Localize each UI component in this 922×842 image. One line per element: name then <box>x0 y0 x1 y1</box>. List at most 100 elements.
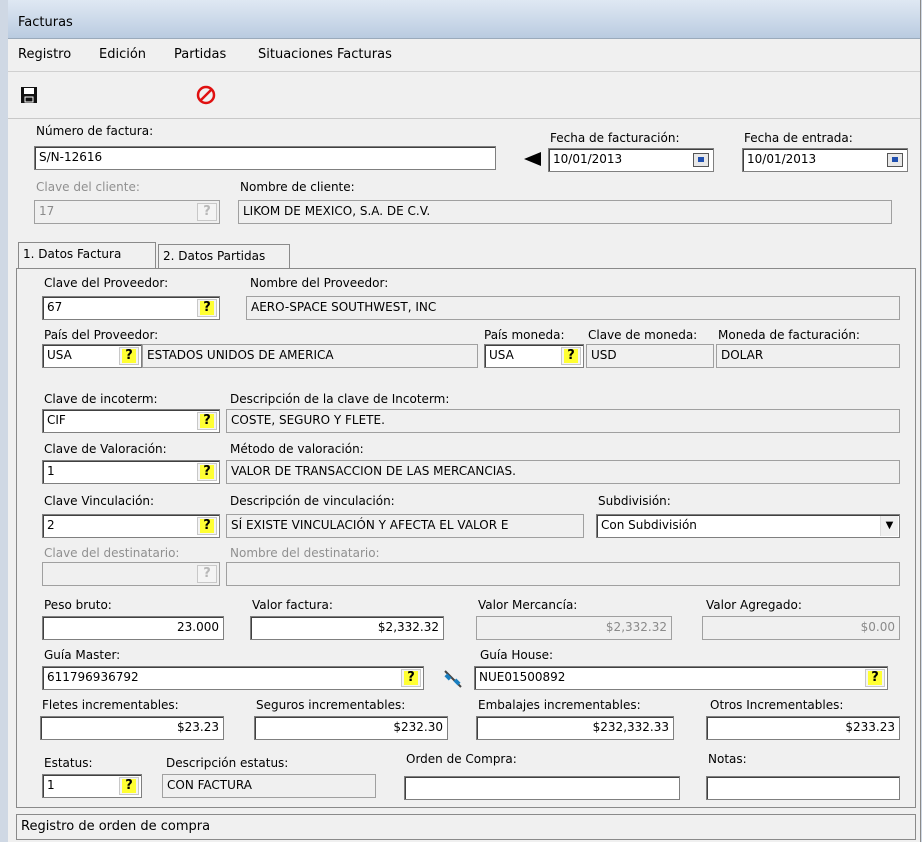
pais-proveedor-name-field: ESTADOS UNIDOS DE AMERICA <box>142 344 478 368</box>
incoterm-label: Clave de incoterm: <box>44 392 158 406</box>
peso-bruto-label: Peso bruto: <box>44 598 112 612</box>
nombre-proveedor-field: AERO-SPACE SOUTHWEST, INC <box>246 296 900 320</box>
menu-situaciones-facturas[interactable]: Situaciones Facturas <box>258 47 392 62</box>
help-icon[interactable]: ? <box>197 412 217 430</box>
valor-agregado-label: Valor Agregado: <box>706 598 802 612</box>
clave-cliente-value: 17 <box>39 204 55 218</box>
floppy-disk-icon <box>21 87 37 103</box>
guia-master-input[interactable]: 611796936792 ? <box>42 666 424 690</box>
help-icon[interactable]: ? <box>865 669 885 687</box>
vinculacion-label: Clave Vinculación: <box>44 494 155 508</box>
desc-estatus-label: Descripción estatus: <box>166 756 289 770</box>
valor-factura-input[interactable]: $2,332.32 <box>250 616 444 640</box>
facturas-window: Facturas Registro Edición Partidas Situa… <box>8 0 921 842</box>
seguros-input[interactable]: $232.30 <box>254 716 448 740</box>
tab-datos-factura[interactable]: 1. Datos Factura <box>18 242 156 268</box>
calendar-icon[interactable] <box>693 153 709 167</box>
metodo-valoracion-label: Método de valoración: <box>230 442 364 456</box>
estatus-label: Estatus: <box>44 756 93 770</box>
destinatario-label: Clave del destinatario: <box>44 546 180 560</box>
clave-moneda-label: Clave de moneda: <box>588 328 698 342</box>
estatus-value: 1 <box>47 778 55 792</box>
help-icon[interactable]: ? <box>197 565 217 583</box>
orden-compra-label: Orden de Compra: <box>406 752 517 766</box>
help-icon[interactable]: ? <box>197 517 217 535</box>
pais-moneda-label: País moneda: <box>484 328 565 342</box>
pais-proveedor-label: País del Proveedor: <box>44 328 159 342</box>
clave-moneda-field: USD <box>586 344 714 368</box>
help-icon[interactable]: ? <box>197 463 217 481</box>
guia-house-label: Guía House: <box>480 648 554 662</box>
subdivision-value: Con Subdivisión <box>601 518 697 532</box>
chevron-down-icon[interactable]: ▼ <box>880 516 898 536</box>
clave-cliente-label: Clave del cliente: <box>36 180 140 194</box>
vinculacion-value: 2 <box>47 518 55 532</box>
valoracion-value: 1 <box>47 464 55 478</box>
otros-label: Otros Incrementables: <box>710 698 844 712</box>
fecha-entrada-value: 10/01/2013 <box>747 152 817 166</box>
moneda-facturacion-label: Moneda de facturación: <box>718 328 860 342</box>
cancel-button[interactable] <box>194 84 218 106</box>
fecha-entrada-input[interactable]: 10/01/2013 <box>742 148 908 172</box>
pais-moneda-value: USA <box>489 348 514 362</box>
moneda-facturacion-field: DOLAR <box>716 344 900 368</box>
help-icon[interactable]: ? <box>119 347 139 365</box>
calendar-icon[interactable] <box>887 153 903 167</box>
satellite-icon[interactable] <box>442 668 464 690</box>
numero-factura-input[interactable]: S/N-12616 <box>34 146 496 170</box>
save-button[interactable] <box>18 84 42 106</box>
menu-partidas[interactable]: Partidas <box>174 47 226 62</box>
fletes-input[interactable]: $23.23 <box>40 716 224 740</box>
subdivision-select[interactable]: Con Subdivisión ▼ <box>596 514 900 538</box>
fletes-label: Fletes incrementables: <box>42 698 179 712</box>
pais-moneda-input[interactable]: USA ? <box>484 344 584 368</box>
guia-house-input[interactable]: NUE01500892 ? <box>474 666 888 690</box>
help-icon[interactable]: ? <box>561 347 581 365</box>
fecha-facturacion-label: Fecha de facturación: <box>550 131 680 145</box>
estatus-input[interactable]: 1 ? <box>42 774 142 798</box>
incoterm-desc-field: COSTE, SEGURO Y FLETE. <box>226 409 900 433</box>
numero-factura-label: Número de factura: <box>36 124 154 138</box>
no-entry-icon <box>196 85 216 105</box>
status-bar: Registro de orden de compra <box>16 814 916 840</box>
destinatario-input[interactable]: ? <box>42 562 220 586</box>
valor-agregado-field: $0.00 <box>702 616 900 640</box>
help-icon[interactable]: ? <box>119 777 139 795</box>
notas-input[interactable] <box>706 776 900 800</box>
pais-proveedor-code: USA <box>47 348 72 362</box>
clave-proveedor-input[interactable]: 67 ? <box>42 296 220 320</box>
help-icon[interactable]: ? <box>197 299 217 317</box>
valoracion-label: Clave de Valoración: <box>44 442 167 456</box>
menu-edicion[interactable]: Edición <box>99 47 146 62</box>
incoterm-input[interactable]: CIF ? <box>42 409 220 433</box>
fecha-facturacion-input[interactable]: 10/01/2013 <box>548 148 714 172</box>
guia-master-value: 611796936792 <box>47 670 139 684</box>
otros-input[interactable]: $233.23 <box>706 716 900 740</box>
valor-mercancia-label: Valor Mercancía: <box>478 598 578 612</box>
help-icon[interactable]: ? <box>197 203 217 221</box>
orden-compra-input[interactable] <box>404 776 680 800</box>
seguros-label: Seguros incrementables: <box>256 698 406 712</box>
help-icon[interactable]: ? <box>401 669 421 687</box>
fecha-facturacion-value: 10/01/2013 <box>553 152 623 166</box>
pais-proveedor-input[interactable]: USA ? <box>42 344 142 368</box>
menu-registro[interactable]: Registro <box>18 47 71 62</box>
arrow-left-icon[interactable] <box>524 152 542 166</box>
window-title: Facturas <box>18 15 73 30</box>
tab-datos-partidas[interactable]: 2. Datos Partidas <box>158 244 290 268</box>
clave-proveedor-label: Clave del Proveedor: <box>44 276 169 290</box>
vinculacion-desc-label: Descripción de vinculación: <box>230 494 395 508</box>
valor-factura-label: Valor factura: <box>252 598 333 612</box>
nombre-destinatario-field <box>226 562 900 586</box>
clave-cliente-input[interactable]: 17 ? <box>34 200 220 224</box>
fecha-entrada-label: Fecha de entrada: <box>744 131 853 145</box>
vinculacion-input[interactable]: 2 ? <box>42 514 220 538</box>
valor-mercancia-field: $2,332.32 <box>476 616 672 640</box>
nombre-cliente-label: Nombre de cliente: <box>240 180 355 194</box>
embalajes-input[interactable]: $232,332.33 <box>476 716 674 740</box>
valoracion-input[interactable]: 1 ? <box>42 460 220 484</box>
peso-bruto-input[interactable]: 23.000 <box>42 616 224 640</box>
desc-estatus-field: CON FACTURA <box>162 774 376 798</box>
incoterm-value: CIF <box>47 413 66 427</box>
vinculacion-desc-field: SÍ EXISTE VINCULACIÓN Y AFECTA EL VALOR … <box>226 514 584 538</box>
